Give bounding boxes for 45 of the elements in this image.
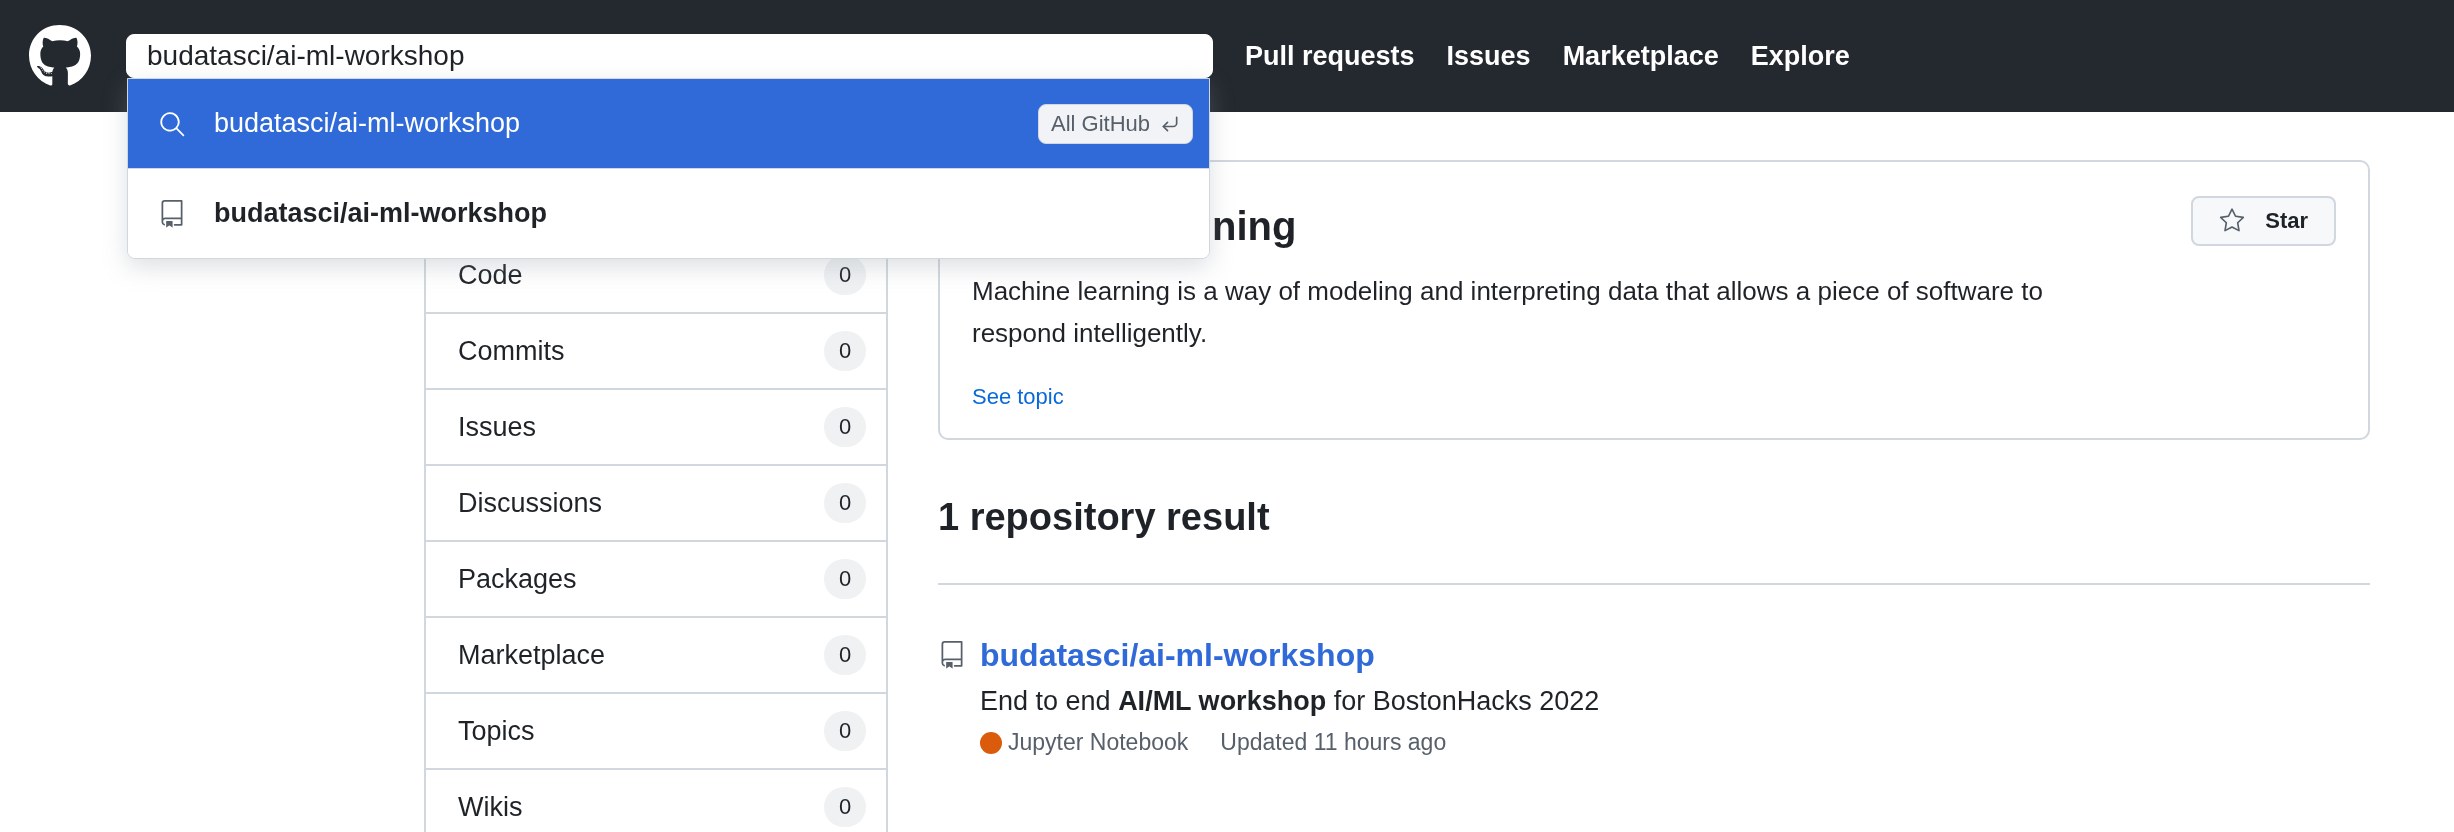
item-count: 0: [824, 559, 866, 599]
item-label: Wikis: [458, 791, 523, 823]
sidebar-item[interactable]: Marketplace 0: [426, 618, 886, 694]
sidebar-item[interactable]: Discussions 0: [426, 466, 886, 542]
item-count: 0: [824, 483, 866, 523]
suggestion-item[interactable]: budatasci/ai-ml-workshop All GitHub: [128, 79, 1209, 168]
results-heading: 1 repository result: [938, 496, 1271, 539]
sidebar-item[interactable]: Topics 0: [426, 694, 886, 770]
star-icon: [2219, 208, 2246, 234]
item-label: Marketplace: [458, 639, 606, 671]
topic-title: ning: [1212, 204, 1297, 249]
repository-description: End to end AI/ML workshop for BostonHacks 2022: [980, 686, 1600, 717]
item-label: Discussions: [458, 487, 603, 519]
suggestion-text: budatasci/ai-ml-workshop: [214, 198, 549, 229]
suggestion-text: budatasci/ai-ml-workshop: [214, 108, 522, 139]
item-label: Issues: [458, 411, 537, 443]
sidebar-item[interactable]: Code 0: [426, 238, 886, 314]
nav-link[interactable]: Pull requests: [1245, 40, 1415, 72]
star-button[interactable]: Star: [2191, 196, 2336, 246]
item-count: 0: [824, 787, 866, 827]
search-field[interactable]: budatasci/ai-ml-workshop: [126, 34, 1213, 78]
suggestion-item[interactable]: budatasci/ai-ml-workshop: [128, 168, 1209, 258]
topic-description: Machine learning is a way of modeling and interpreting data that allows a piece of software to respond intelligently.: [972, 275, 2044, 350]
item-label: Commits: [458, 335, 565, 367]
github-logo-icon[interactable]: [28, 24, 92, 88]
updated-time: Updated 11 hours ago: [1220, 729, 1447, 756]
sidebar-item[interactable]: Wikis 0: [426, 770, 886, 832]
item-count: 0: [824, 711, 866, 751]
sidebar-item[interactable]: Commits 0: [426, 314, 886, 390]
search-icon: [158, 109, 186, 138]
badge-text: All GitHub: [1050, 110, 1150, 137]
repository-link[interactable]: budatasci/ai-ml-workshop: [980, 637, 1375, 673]
item-label: Packages: [458, 563, 577, 595]
item-count: 0: [824, 331, 866, 371]
item-count: 0: [824, 407, 866, 447]
sidebar-item[interactable]: Issues 0: [426, 390, 886, 466]
sidebar-item[interactable]: Packages 0: [426, 542, 886, 618]
item-label: Code: [458, 259, 523, 291]
item-label: Topics: [458, 715, 535, 747]
nav-link[interactable]: Explore: [1750, 40, 1850, 72]
nav-link[interactable]: Marketplace: [1562, 40, 1719, 72]
see-topic-link[interactable]: See topic: [972, 384, 1064, 411]
item-count: 0: [824, 635, 866, 675]
language-label: Jupyter Notebook: [1008, 729, 1189, 756]
nav-link[interactable]: Issues: [1446, 40, 1531, 72]
